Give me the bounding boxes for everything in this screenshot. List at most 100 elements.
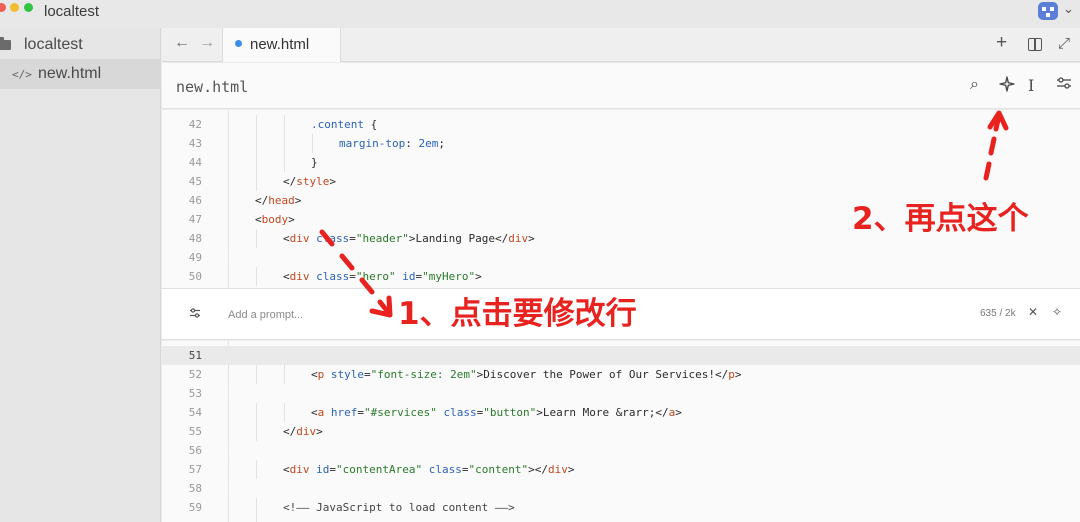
indent-guide (256, 115, 257, 134)
sidebar-item-file[interactable]: </> new.html (0, 59, 161, 89)
code-token: > (675, 406, 682, 419)
text-cursor-icon[interactable]: I (1028, 76, 1034, 95)
line-number: 47 (188, 213, 202, 226)
code-text: <!—— JavaScript to load content ——> (283, 498, 515, 517)
line-number: 50 (188, 270, 202, 283)
indent-guide (284, 403, 285, 422)
code-token: < (311, 368, 318, 381)
code-token: "hero" (355, 270, 396, 283)
indent-guide (228, 267, 229, 286)
code-line[interactable]: 49 (162, 248, 1080, 267)
sidebar-item-folder[interactable]: localtest (0, 30, 161, 60)
indent-guide (228, 172, 229, 191)
code-line[interactable]: 50 <div class="hero" id="myHero"> (162, 267, 1080, 286)
code-token: = (357, 406, 364, 419)
code-token: > (294, 194, 302, 207)
close-window-button[interactable] (0, 3, 6, 12)
indent-guide (256, 498, 257, 517)
settings-sliders-icon[interactable] (1056, 76, 1072, 94)
code-line[interactable]: 44} (162, 153, 1080, 172)
tab-new-html[interactable]: new.html (222, 28, 341, 62)
code-line[interactable]: 52 < p style="font-size: 2em">Discover the… (162, 365, 1080, 384)
code-token: body (261, 213, 289, 226)
code-line[interactable]: 56 (162, 441, 1080, 460)
code-token: "button" (483, 406, 537, 419)
code-editor-bottom[interactable]: 51 52 <p style="font-size: 2em">Discover t… (162, 341, 1080, 522)
line-number: 56 (188, 444, 202, 457)
indent-guide (228, 153, 229, 172)
code-line[interactable]: 59 <!—— JavaScript to load content ——> (162, 498, 1080, 517)
code-token: < (255, 213, 262, 226)
tab-bar: ← → new.html + ⤢ (162, 28, 1080, 62)
code-icon: </> (12, 67, 32, 81)
code-line[interactable]: 53 (162, 384, 1080, 403)
code-line[interactable]: 54 <a href="#services" class="button">Lea… (162, 403, 1080, 422)
expand-icon[interactable]: ⤢ (1058, 35, 1070, 52)
code-token: > (528, 232, 535, 245)
code-line[interactable]: 51 (162, 346, 1080, 365)
code-token: = (329, 463, 336, 476)
window-title: localtest (44, 3, 100, 20)
search-icon[interactable]: ⌕ (970, 76, 979, 94)
new-tab-plus-icon[interactable]: + (996, 32, 1007, 54)
indent-guide (256, 229, 257, 248)
code-token: div (289, 270, 310, 283)
maximize-window-button[interactable] (24, 3, 33, 12)
code-token: < (283, 270, 290, 283)
back-arrow-icon[interactable]: ← (174, 34, 190, 52)
code-token: > (288, 213, 295, 226)
code-line[interactable]: 57 <div id="contentArea" class="content">… (162, 460, 1080, 479)
unsaved-dot-icon (235, 40, 242, 47)
avatar[interactable] (1038, 2, 1058, 20)
indent-guide (256, 403, 257, 422)
code-token: < (311, 406, 318, 419)
editor-header: new.html ⌕ I (162, 63, 1080, 109)
code-token: < (283, 463, 290, 476)
code-line[interactable]: 45 </style> (162, 172, 1080, 191)
generate-sparkle-icon[interactable]: ✧ (1052, 305, 1062, 319)
code-line[interactable]: 55 </div> (162, 422, 1080, 441)
code-token: >Discover the Power of Our Services!</ (476, 368, 729, 381)
file-title: new.html (176, 78, 249, 96)
close-icon[interactable]: ✕ (1028, 305, 1038, 319)
code-token: { (363, 118, 378, 131)
code-line[interactable]: 58 (162, 479, 1080, 498)
code-token: 2em (418, 137, 439, 150)
indent-guide (256, 153, 257, 172)
code-line[interactable]: 60 <script src="https://ajax.googleapis.c… (162, 517, 1080, 522)
forward-arrow-icon[interactable]: → (199, 34, 215, 52)
indent-guide (256, 134, 257, 153)
line-number: 60 (162, 517, 202, 522)
code-token: ; (438, 137, 445, 150)
code-token: div (296, 425, 317, 438)
line-number: 52 (188, 368, 202, 381)
indent-guide (228, 115, 229, 134)
code-token: "content" (468, 463, 529, 476)
line-number: 53 (188, 387, 202, 400)
code-line[interactable]: 42 .content { (162, 115, 1080, 134)
code-token: >Landing Page</ (408, 232, 509, 245)
title-bar: localtest ⌄ (0, 0, 1080, 28)
indent-guide (256, 172, 257, 191)
code-token: </ (255, 194, 269, 207)
code-line[interactable]: 43 margin-top: 2em; (162, 134, 1080, 153)
code-token: div (289, 463, 310, 476)
code-token: div (508, 232, 529, 245)
code-token: : (405, 137, 419, 150)
code-token: id (402, 270, 416, 283)
prompt-options-icon[interactable] (189, 307, 201, 322)
split-view-icon[interactable] (1028, 38, 1042, 51)
code-text: .content { (311, 115, 377, 134)
ai-sparkle-icon[interactable] (999, 76, 1015, 97)
code-token: >Learn More &rarr;</ (536, 406, 669, 419)
code-token: </ (283, 425, 297, 438)
indent-guide (228, 134, 229, 153)
chevron-down-icon[interactable]: ⌄ (1063, 1, 1074, 17)
code-token: style (296, 175, 330, 188)
file-sidebar: localtest </> new.html (0, 28, 161, 522)
code-token: = (349, 232, 356, 245)
annotation-step-1: 1、点击要修改行 (398, 296, 637, 332)
minimize-window-button[interactable] (10, 3, 19, 12)
